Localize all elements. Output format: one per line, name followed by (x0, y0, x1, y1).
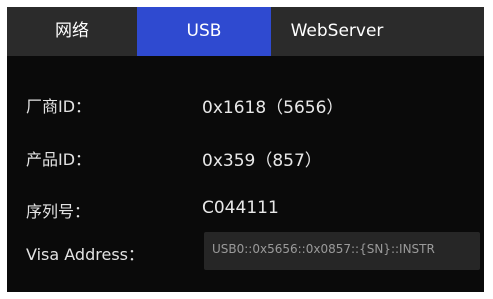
visa-address-value: USB0::0x5656::0x0857::{SN}::INSTR (212, 242, 435, 256)
product-id-label: 产品ID： (26, 150, 92, 169)
visa-address-field: USB0::0x5656::0x0857::{SN}::INSTR (204, 232, 480, 270)
serial-number-label: 序列号： (26, 202, 91, 221)
tab-bar: 网络 USB WebServer (7, 7, 484, 56)
vendor-id-value: 0x1618（5656） (202, 98, 344, 118)
tab-webserver[interactable]: WebServer (271, 7, 403, 56)
usb-settings-panel: 网络 USB WebServer 厂商ID： 0x1618（5656） 产品ID… (7, 7, 484, 292)
tab-network[interactable]: 网络 (7, 7, 137, 56)
visa-address-label: Visa Address： (26, 245, 144, 264)
vendor-id-label: 厂商ID： (26, 97, 92, 116)
tab-usb[interactable]: USB (137, 7, 271, 56)
serial-number-value: C044111 (202, 198, 279, 218)
product-id-value: 0x359（857） (202, 151, 322, 171)
